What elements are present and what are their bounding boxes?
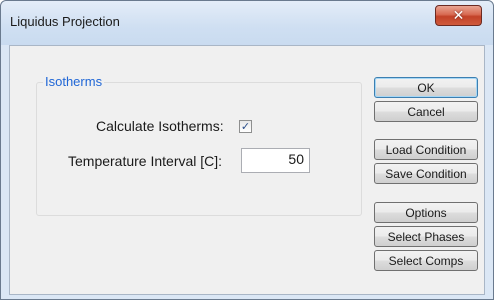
temperature-interval-label: Temperature Interval [C]: <box>68 153 223 169</box>
close-button[interactable]: ✕ <box>435 5 482 26</box>
select-comps-button[interactable]: Select Comps <box>374 250 478 271</box>
temperature-interval-input[interactable]: 50 <box>241 148 310 173</box>
title-bar[interactable]: Liquidus Projection ✕ <box>1 1 493 45</box>
dialog-window: Liquidus Projection ✕ Isotherms Calculat… <box>0 0 494 300</box>
cancel-button[interactable]: Cancel <box>374 101 478 122</box>
calculate-isotherms-label: Calculate Isotherms: <box>96 118 224 134</box>
save-condition-button[interactable]: Save Condition <box>374 163 478 184</box>
options-button[interactable]: Options <box>374 202 478 223</box>
isotherms-groupbox: Isotherms <box>36 74 362 216</box>
window-title: Liquidus Projection <box>10 14 120 29</box>
select-phases-button[interactable]: Select Phases <box>374 226 478 247</box>
groupbox-legend: Isotherms <box>43 74 105 89</box>
calculate-isotherms-checkbox[interactable]: ✓ <box>239 120 252 133</box>
checkmark-icon: ✓ <box>240 120 251 133</box>
ok-button[interactable]: OK <box>374 77 478 98</box>
close-icon: ✕ <box>452 7 465 24</box>
load-condition-button[interactable]: Load Condition <box>374 139 478 160</box>
dialog-client-area: Isotherms Calculate Isotherms: ✓ Tempera… <box>9 45 485 295</box>
